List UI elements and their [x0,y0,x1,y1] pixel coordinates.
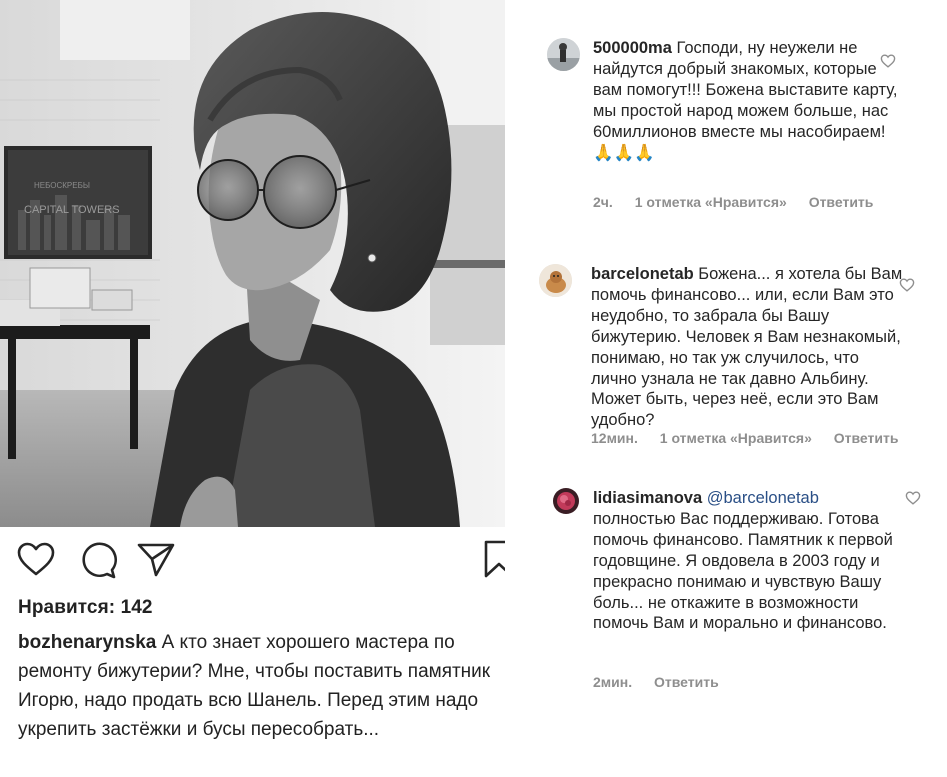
heart-outline-icon [905,491,921,505]
comment-time: 2ч. [593,194,613,210]
reply-button[interactable]: Ответить [809,194,874,210]
tv-sign-line2: CAPITAL TOWERS [24,204,120,216]
avatar[interactable] [547,38,580,71]
like-button[interactable] [16,540,56,580]
comment-meta: 2мин. Ответить [593,674,737,690]
heart-outline-icon [899,278,915,292]
comment-text: Божена... я хотела бы Вам помочь финансо… [591,265,903,430]
reply-button[interactable]: Ответить [654,674,719,690]
comment-text: Господи, ну неужели не найдутся добрый з… [593,39,898,162]
comment-body: lidiasimanova @barcelonetab полностью Ва… [593,488,899,634]
comment-likes[interactable]: 1 отметка «Нравится» [635,194,787,210]
paper-plane-icon [137,543,175,577]
comment-mention[interactable]: @barcelonetab [707,489,819,507]
comment-username[interactable]: 500000ma [593,39,672,57]
heart-outline-icon [17,542,55,576]
share-button[interactable] [136,540,176,580]
post-photo[interactable]: НЕБОСКРЕБЫ CAPITAL TOWERS [0,0,505,527]
comment-body: barcelonetab Божена... я хотела бы Вам п… [591,264,907,431]
reply-button[interactable]: Ответить [834,430,899,446]
comment-body: 500000ma Господи, ну неужели не найдутся… [593,38,909,163]
post-caption: bozhenarynska А кто знает хорошего масте… [18,628,496,744]
comment-meta: 2ч. 1 отметка «Нравится» Ответить [593,194,891,210]
comment-likes[interactable]: 1 отметка «Нравится» [660,430,812,446]
comment-time: 12мин. [591,430,638,446]
post-photo-image: НЕБОСКРЕБЫ CAPITAL TOWERS [0,0,505,527]
comment-username[interactable]: barcelonetab [591,265,694,283]
avatar-image [553,488,579,514]
comment-like-button[interactable] [880,54,896,68]
heart-outline-icon [880,54,896,68]
comment-bubble-icon [82,542,117,579]
comment-like-button[interactable] [899,278,915,292]
likes-count[interactable]: Нравится: 142 [18,597,153,619]
caption-author[interactable]: bozhenarynska [18,632,156,653]
comment-time: 2мин. [593,674,633,690]
comments-panel: 500000ma Господи, ну неужели не найдутся… [505,0,947,777]
comment-text: полностью Вас поддерживаю. Готова помочь… [593,509,893,633]
tv-sign-line1: НЕБОСКРЕБЫ [34,181,90,190]
comment-username[interactable]: lidiasimanova [593,489,702,507]
comment-like-button[interactable] [905,491,921,505]
post-actions-bar [16,540,516,584]
avatar-image [547,38,580,71]
avatar-image [539,264,572,297]
avatar[interactable] [553,488,579,514]
comment-button[interactable] [78,540,118,580]
post-panel: НЕБОСКРЕБЫ CAPITAL TOWERS Нравится: 142 … [0,0,514,777]
avatar[interactable] [539,264,572,297]
comment-meta: 12мин. 1 отметка «Нравится» Ответить [591,430,916,446]
